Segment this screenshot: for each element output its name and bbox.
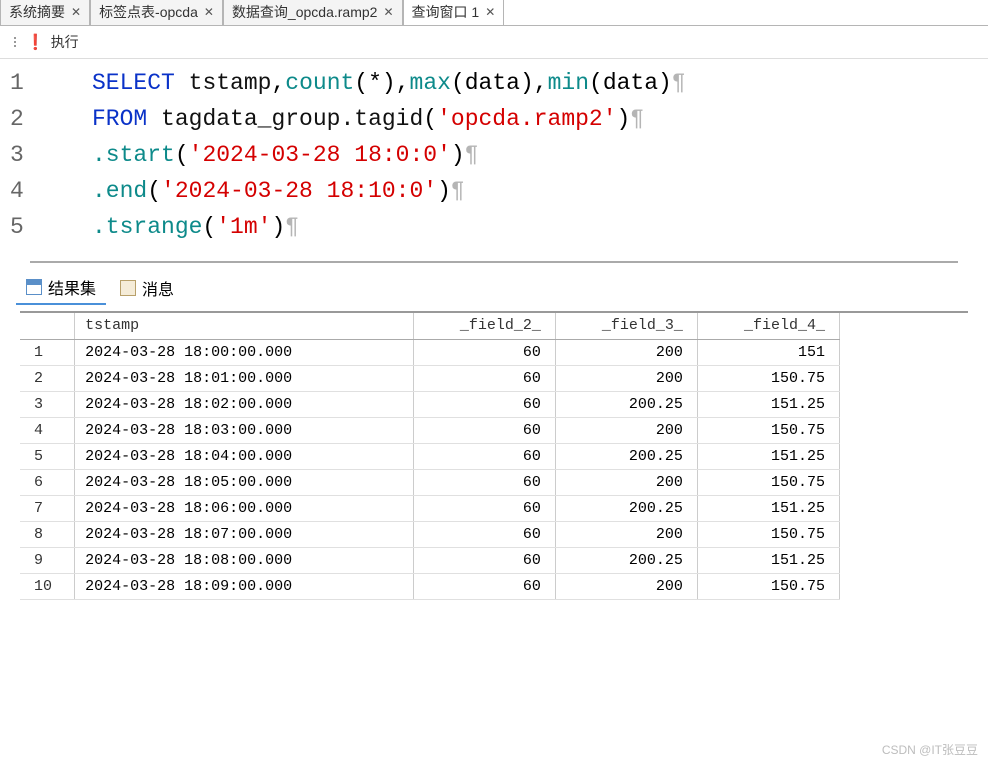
cell-tstamp: 2024-03-28 18:05:00.000 (75, 469, 414, 495)
execute-icon[interactable]: ❗ (26, 33, 45, 51)
cell-rownum: 5 (20, 443, 75, 469)
tab-results[interactable]: 结果集 (16, 271, 106, 305)
cell-field4: 151.25 (697, 547, 839, 573)
table-row[interactable]: 12024-03-28 18:00:00.00060200151 (20, 339, 840, 365)
cell-tstamp: 2024-03-28 18:06:00.000 (75, 495, 414, 521)
cell-tstamp: 2024-03-28 18:04:00.000 (75, 443, 414, 469)
cell-field4: 150.75 (697, 365, 839, 391)
results-table-wrap: tstamp _field_2_ _field_3_ _field_4_ 120… (20, 311, 968, 600)
cell-field2: 60 (413, 365, 555, 391)
cell-tstamp: 2024-03-28 18:07:00.000 (75, 521, 414, 547)
grid-icon (26, 279, 42, 295)
col-field3[interactable]: _field_3_ (555, 313, 697, 339)
code-area[interactable]: SELECT tstamp,count(*),max(data),min(dat… (42, 65, 686, 245)
sql-editor[interactable]: 1 2 3 4 5 SELECT tstamp,count(*),max(dat… (0, 59, 988, 255)
close-icon[interactable]: ✕ (69, 5, 83, 19)
cell-field4: 151.25 (697, 391, 839, 417)
tab-tagtable-opcda[interactable]: 标签点表-opcda ✕ (90, 0, 223, 25)
tab-label: 结果集 (48, 275, 96, 299)
tab-label: 标签点表-opcda (99, 2, 198, 22)
cell-field2: 60 (413, 495, 555, 521)
cell-field3: 200 (555, 365, 697, 391)
cell-field2: 60 (413, 417, 555, 443)
cell-rownum: 9 (20, 547, 75, 573)
tab-query-window-1[interactable]: 查询窗口 1 ✕ (403, 0, 505, 25)
message-icon (120, 280, 136, 296)
close-icon[interactable]: ✕ (202, 5, 216, 19)
cell-tstamp: 2024-03-28 18:08:00.000 (75, 547, 414, 573)
tab-dataquery-opcda-ramp2[interactable]: 数据查询_opcda.ramp2 ✕ (223, 0, 403, 25)
tab-label: 消息 (142, 276, 174, 300)
cell-field3: 200.25 (555, 547, 697, 573)
cell-field3: 200.25 (555, 495, 697, 521)
cell-tstamp: 2024-03-28 18:09:00.000 (75, 573, 414, 599)
tab-label: 系统摘要 (9, 2, 65, 22)
cell-field4: 150.75 (697, 573, 839, 599)
cell-field3: 200 (555, 339, 697, 365)
cell-field2: 60 (413, 521, 555, 547)
cell-rownum: 1 (20, 339, 75, 365)
col-field4[interactable]: _field_4_ (697, 313, 839, 339)
tab-system-summary[interactable]: 系统摘要 ✕ (0, 0, 90, 25)
table-row[interactable]: 32024-03-28 18:02:00.00060200.25151.25 (20, 391, 840, 417)
grip-icon (14, 37, 16, 47)
cell-field2: 60 (413, 339, 555, 365)
cell-field2: 60 (413, 469, 555, 495)
close-icon[interactable]: ✕ (381, 5, 395, 19)
close-icon[interactable]: ✕ (483, 5, 497, 19)
cell-field3: 200 (555, 469, 697, 495)
table-row[interactable]: 42024-03-28 18:03:00.00060200150.75 (20, 417, 840, 443)
cell-rownum: 4 (20, 417, 75, 443)
cell-field3: 200 (555, 417, 697, 443)
table-row[interactable]: 52024-03-28 18:04:00.00060200.25151.25 (20, 443, 840, 469)
result-tabs: 结果集 消息 (0, 263, 988, 305)
toolbar: ❗ 执行 (0, 26, 988, 59)
execute-button[interactable]: 执行 (51, 32, 79, 52)
cell-tstamp: 2024-03-28 18:03:00.000 (75, 417, 414, 443)
cell-field2: 60 (413, 391, 555, 417)
cell-rownum: 2 (20, 365, 75, 391)
cell-rownum: 3 (20, 391, 75, 417)
cell-field2: 60 (413, 573, 555, 599)
cell-rownum: 6 (20, 469, 75, 495)
cell-field4: 150.75 (697, 521, 839, 547)
cell-tstamp: 2024-03-28 18:02:00.000 (75, 391, 414, 417)
cell-field2: 60 (413, 443, 555, 469)
cell-field3: 200.25 (555, 443, 697, 469)
table-row[interactable]: 62024-03-28 18:05:00.00060200150.75 (20, 469, 840, 495)
cell-field4: 151 (697, 339, 839, 365)
table-header-row: tstamp _field_2_ _field_3_ _field_4_ (20, 313, 840, 339)
line-gutter: 1 2 3 4 5 (0, 65, 42, 245)
table-row[interactable]: 22024-03-28 18:01:00.00060200150.75 (20, 365, 840, 391)
cell-field3: 200 (555, 573, 697, 599)
cell-field3: 200 (555, 521, 697, 547)
cell-rownum: 8 (20, 521, 75, 547)
col-tstamp[interactable]: tstamp (75, 313, 414, 339)
table-row[interactable]: 92024-03-28 18:08:00.00060200.25151.25 (20, 547, 840, 573)
cell-field4: 150.75 (697, 417, 839, 443)
cell-tstamp: 2024-03-28 18:00:00.000 (75, 339, 414, 365)
col-field2[interactable]: _field_2_ (413, 313, 555, 339)
cell-field4: 150.75 (697, 469, 839, 495)
table-row[interactable]: 72024-03-28 18:06:00.00060200.25151.25 (20, 495, 840, 521)
cell-rownum: 7 (20, 495, 75, 521)
watermark: CSDN @IT张豆豆 (882, 741, 978, 758)
table-row[interactable]: 102024-03-28 18:09:00.00060200150.75 (20, 573, 840, 599)
cell-field4: 151.25 (697, 495, 839, 521)
cell-tstamp: 2024-03-28 18:01:00.000 (75, 365, 414, 391)
cell-field4: 151.25 (697, 443, 839, 469)
tab-label: 查询窗口 1 (412, 2, 480, 22)
table-row[interactable]: 82024-03-28 18:07:00.00060200150.75 (20, 521, 840, 547)
tab-label: 数据查询_opcda.ramp2 (232, 2, 378, 22)
results-table[interactable]: tstamp _field_2_ _field_3_ _field_4_ 120… (20, 313, 840, 600)
col-rownum[interactable] (20, 313, 75, 339)
cell-rownum: 10 (20, 573, 75, 599)
tab-messages[interactable]: 消息 (110, 272, 184, 304)
top-tabs: 系统摘要 ✕ 标签点表-opcda ✕ 数据查询_opcda.ramp2 ✕ 查… (0, 0, 988, 26)
cell-field2: 60 (413, 547, 555, 573)
cell-field3: 200.25 (555, 391, 697, 417)
